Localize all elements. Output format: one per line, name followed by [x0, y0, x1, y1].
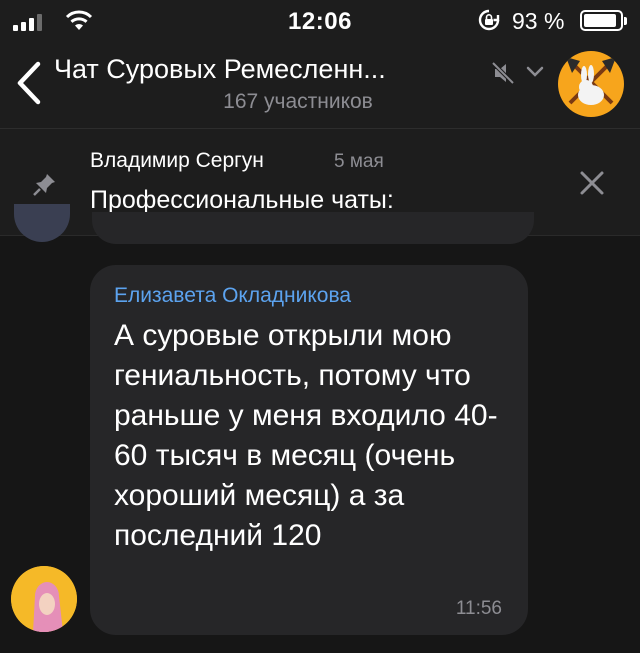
pinned-author: Владимир Сергун [90, 149, 264, 172]
chat-avatar[interactable] [558, 51, 624, 117]
previous-message-bubble[interactable] [92, 212, 534, 244]
chat-participants-count: 167 участников [223, 90, 373, 113]
message-sender[interactable]: Елизавета Окладникова [114, 284, 351, 308]
sender-avatar[interactable] [11, 566, 77, 632]
close-icon[interactable] [578, 169, 606, 197]
pinned-text: Профессиональные чаты: [90, 186, 394, 214]
mute-icon [491, 61, 515, 85]
pin-icon [33, 174, 55, 196]
orientation-lock-icon [478, 9, 500, 31]
chevron-down-icon[interactable] [526, 64, 544, 78]
chat-header: Чат Суровых Ремесленн... 167 участников [0, 42, 640, 129]
status-bar: 12:06 93 % [0, 0, 640, 42]
message-text: А суровые открыли мою гениальность, пото… [114, 319, 498, 552]
message-time: 11:56 [455, 598, 502, 619]
battery-cap [624, 17, 627, 25]
previous-sender-avatar[interactable] [14, 204, 70, 242]
battery-icon [580, 10, 623, 31]
pinned-date: 5 мая [334, 151, 384, 172]
battery-percent: 93 % [512, 8, 565, 34]
message-bubble[interactable]: Елизавета Окладникова А суровые открыли … [90, 265, 528, 635]
chat-title[interactable]: Чат Суровых Ремесленн... [54, 54, 386, 85]
